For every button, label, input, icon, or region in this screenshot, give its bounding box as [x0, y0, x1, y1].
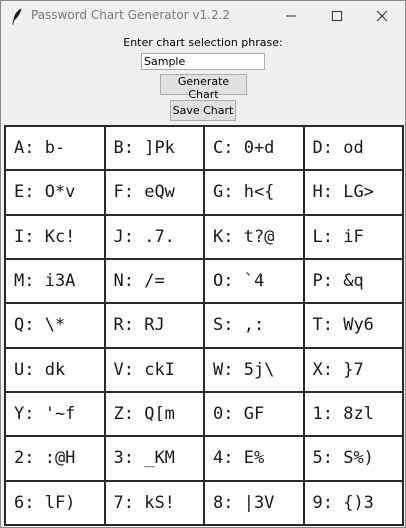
chart-cell: L: iF	[304, 215, 404, 260]
chart-cell: T: Wy6	[304, 304, 404, 349]
chart-cell: 9: {)3	[304, 481, 404, 526]
chart-cell: W: 5j\	[205, 348, 305, 393]
chart-cell: D: od	[304, 127, 404, 172]
chart-cell: G: h<{	[205, 171, 305, 216]
maximize-icon	[332, 11, 342, 21]
maximize-button[interactable]	[314, 1, 360, 31]
chart-cell: 5: S%)	[304, 437, 404, 482]
chart-cell: C: 0+d	[205, 127, 305, 172]
chart-cell: R: RJ	[105, 304, 205, 349]
chart-cell: 2: :@H	[6, 437, 106, 482]
chart-cell: Y: '~f	[6, 392, 106, 438]
close-icon	[376, 10, 388, 22]
title-bar[interactable]: Password Chart Generator v1.2.2	[1, 1, 405, 31]
phrase-input[interactable]	[141, 53, 265, 70]
chart-cell: 1: 8zl	[304, 392, 404, 438]
chart-cell: V: ckI	[105, 348, 205, 393]
chart-cell: 6: lF)	[6, 481, 106, 526]
minimize-icon	[286, 15, 296, 17]
chart-cell: X: }7	[304, 348, 404, 393]
chart-cell: 3: _KM	[105, 437, 205, 482]
password-chart-grid: A: b- B: ]Pk C: 0+d D: od E: O*v F: eQw …	[4, 125, 404, 526]
chart-cell: K: t?@	[205, 215, 305, 260]
save-chart-button[interactable]: Save Chart	[170, 100, 236, 121]
feather-icon	[11, 8, 23, 25]
chart-cell: B: ]Pk	[105, 127, 205, 172]
chart-cell: 4: E%	[205, 437, 305, 482]
close-button[interactable]	[359, 1, 405, 31]
chart-cell: O: `4	[205, 259, 305, 305]
window-title: Password Chart Generator v1.2.2	[31, 8, 231, 22]
chart-cell: P: &q	[304, 259, 404, 305]
chart-cell: E: O*v	[6, 171, 106, 216]
chart-cell: 8: |3V	[205, 481, 305, 526]
chart-cell: S: ,:	[205, 304, 305, 349]
generate-chart-button[interactable]: Generate Chart	[160, 74, 247, 101]
chart-cell: J: .7.	[105, 215, 205, 260]
chart-cell: N: /=	[105, 259, 205, 305]
chart-cell: U: dk	[6, 348, 106, 393]
chart-cell: M: i3A	[6, 259, 106, 305]
app-window: Password Chart Generator v1.2.2 Enter ch…	[0, 0, 406, 528]
chart-cell: Z: Q[m	[105, 392, 205, 438]
phrase-prompt-label: Enter chart selection phrase:	[123, 36, 283, 49]
chart-cell: I: Kc!	[6, 215, 106, 260]
chart-cell: 0: GF	[205, 392, 305, 438]
chart-cell: F: eQw	[105, 171, 205, 216]
chart-cell: A: b-	[6, 127, 106, 172]
chart-cell: H: LG>	[304, 171, 404, 216]
chart-cell: Q: \*	[6, 304, 106, 349]
chart-cell: 7: kS!	[105, 481, 205, 526]
minimize-button[interactable]	[268, 1, 314, 31]
